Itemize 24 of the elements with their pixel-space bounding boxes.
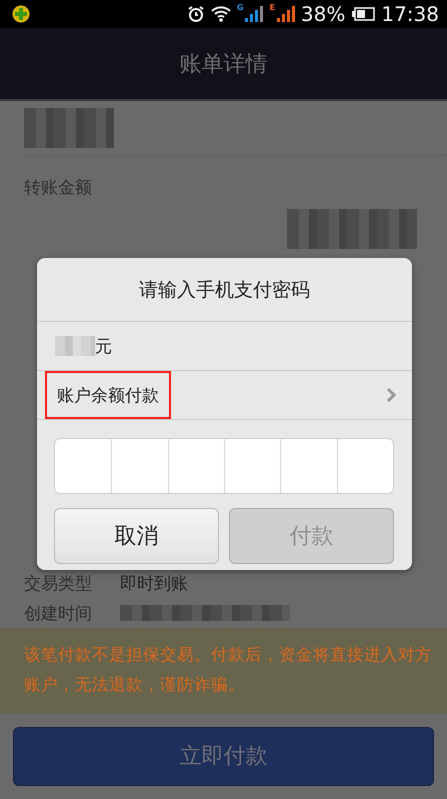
field-label: 创建时间 <box>24 602 92 624</box>
blurred-amount <box>55 336 95 356</box>
signal-icon <box>276 6 295 22</box>
field-label: 交易类型 <box>24 572 92 594</box>
chevron-right-icon <box>386 387 396 403</box>
page-title: 账单详情 <box>180 50 268 78</box>
payment-method-label: 账户余额付款 <box>57 384 159 406</box>
network-type-label: E <box>269 3 275 12</box>
currency-unit: 元 <box>95 336 112 358</box>
payment-method-row[interactable]: 账户余额付款 <box>37 371 412 420</box>
network-type-label: G <box>236 3 244 12</box>
dialog-title: 请输入手机支付密码 <box>139 278 310 302</box>
field-value: 即时到账 <box>120 572 188 594</box>
amount-label: 转账金额 <box>24 178 92 198</box>
battery-percent: 38% <box>300 2 346 26</box>
alarm-icon <box>186 5 205 23</box>
password-field[interactable] <box>54 438 394 494</box>
battery-icon <box>351 7 376 21</box>
signal-icon <box>245 6 264 22</box>
app-icon <box>12 5 30 23</box>
clock-time: 17:38 <box>381 2 439 26</box>
warning-text: 该笔付款不是担保交易。付款后，资金将直接进入对方账户，无法退款，谨防诈骗。 <box>24 644 433 696</box>
wifi-icon <box>210 6 231 22</box>
dialog-button[interactable]: 取消 <box>54 508 219 564</box>
